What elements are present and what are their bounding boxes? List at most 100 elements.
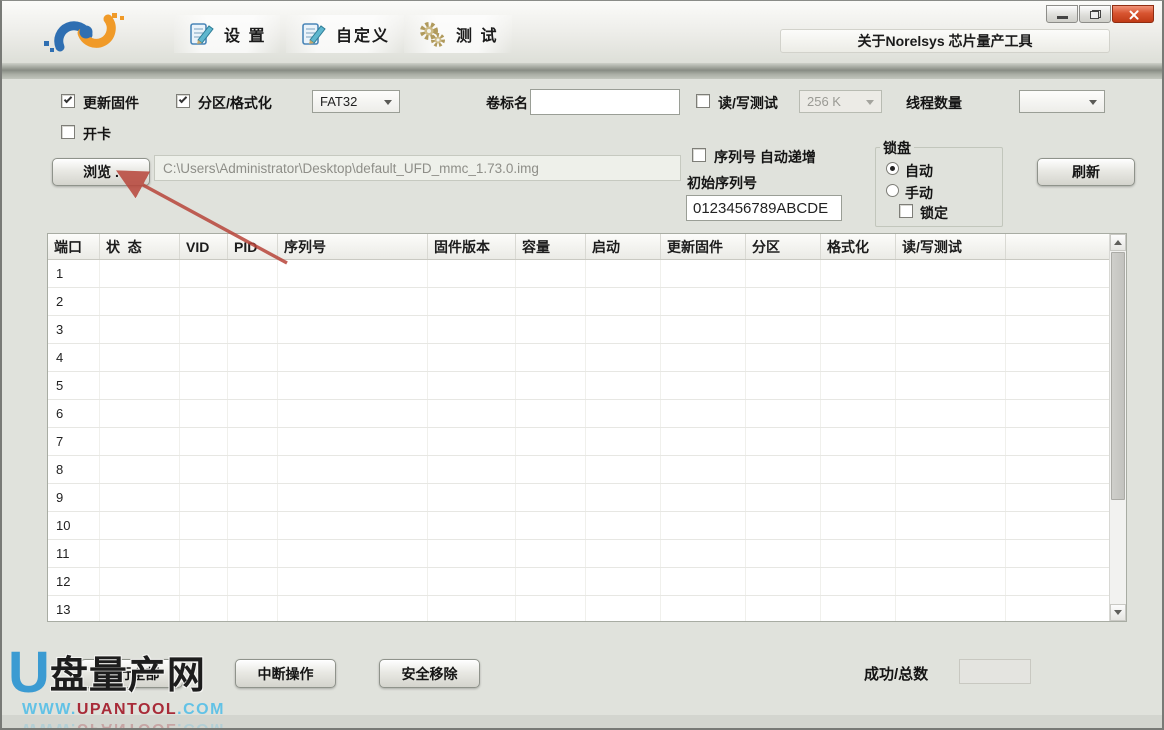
table-cell <box>278 260 428 287</box>
window-bottom-strip <box>2 715 1162 730</box>
filesystem-select-value: FAT32 <box>320 94 357 109</box>
table-row[interactable]: 1 <box>48 260 1109 288</box>
table-vertical-scrollbar[interactable] <box>1109 234 1126 621</box>
table-cell-filler <box>1006 540 1109 567</box>
column-header-12[interactable]: 读/写测试 <box>896 234 1006 259</box>
table-cell <box>586 484 661 511</box>
table-cell <box>428 596 516 621</box>
column-header-4[interactable]: PID <box>228 234 278 259</box>
table-row[interactable]: 13 <box>48 596 1109 621</box>
table-cell <box>821 596 896 621</box>
column-header-9[interactable]: 更新固件 <box>661 234 746 259</box>
window-controls <box>1045 5 1154 23</box>
refresh-button[interactable]: 刷新 <box>1037 158 1135 186</box>
table-row[interactable]: 4 <box>48 344 1109 372</box>
filesystem-select[interactable]: FAT32 <box>312 90 400 113</box>
lock-label: 锁定 <box>920 203 948 223</box>
table-row[interactable]: 11 <box>48 540 1109 568</box>
scrollbar-thumb[interactable] <box>1111 252 1125 500</box>
block-size-select-value: 256 K <box>807 94 841 109</box>
table-cell <box>228 484 278 511</box>
volume-label-input[interactable] <box>530 89 680 115</box>
check-icon <box>64 95 72 103</box>
rw-test-checkbox[interactable] <box>696 94 710 108</box>
column-header-3[interactable]: VID <box>180 234 228 259</box>
scroll-up-button[interactable] <box>1110 234 1126 251</box>
table-cell <box>586 456 661 483</box>
lock-checkbox[interactable] <box>899 204 913 218</box>
table-row[interactable]: 8 <box>48 456 1109 484</box>
table-cell-filler <box>1006 260 1109 287</box>
column-header-5[interactable]: 序列号 <box>278 234 428 259</box>
table-row[interactable]: 3 <box>48 316 1109 344</box>
column-header-6[interactable]: 固件版本 <box>428 234 516 259</box>
table-row[interactable]: 9 <box>48 484 1109 512</box>
partition-format-checkbox[interactable] <box>176 94 190 108</box>
port-cell: 12 <box>48 568 100 595</box>
table-cell <box>821 512 896 539</box>
table-row[interactable]: 10 <box>48 512 1109 540</box>
tab-customize[interactable]: 自定义 <box>286 15 404 53</box>
radio-dot-icon <box>890 166 895 171</box>
table-cell <box>586 428 661 455</box>
update-firmware-checkbox[interactable] <box>61 94 75 108</box>
table-row[interactable]: 7 <box>48 428 1109 456</box>
table-cell <box>428 288 516 315</box>
restore-button[interactable] <box>1079 5 1111 23</box>
open-card-checkbox[interactable] <box>61 125 75 139</box>
chevron-up-icon <box>1114 240 1122 245</box>
table-cell <box>821 260 896 287</box>
minimize-button[interactable] <box>1046 5 1078 23</box>
table-cell <box>896 512 1006 539</box>
table-cell <box>586 260 661 287</box>
lock-auto-radio[interactable] <box>886 162 899 175</box>
column-header-8[interactable]: 启动 <box>586 234 661 259</box>
table-cell-filler <box>1006 316 1109 343</box>
about-button[interactable]: 关于Norelsys 芯片量产工具 <box>780 29 1110 53</box>
block-size-select[interactable]: 256 K <box>799 90 882 113</box>
interrupt-button[interactable]: 中断操作 <box>235 659 336 688</box>
serial-auto-increment-checkbox[interactable] <box>692 148 706 162</box>
table-cell <box>180 428 228 455</box>
tab-test[interactable]: 测 试 <box>404 15 512 53</box>
table-cell <box>746 456 821 483</box>
table-cell <box>586 596 661 621</box>
close-button[interactable] <box>1112 5 1154 23</box>
table-cell-filler <box>1006 428 1109 455</box>
table-row[interactable]: 2 <box>48 288 1109 316</box>
table-cell <box>516 316 586 343</box>
column-header-7[interactable]: 容量 <box>516 234 586 259</box>
column-header-1[interactable]: 端口 <box>48 234 100 259</box>
column-header-10[interactable]: 分区 <box>746 234 821 259</box>
table-cell <box>228 456 278 483</box>
table-cell <box>228 344 278 371</box>
column-header-2[interactable]: 状 态 <box>100 234 180 259</box>
execute-all-button[interactable]: 执行全部 <box>80 659 183 688</box>
table-cell <box>661 568 746 595</box>
table-row[interactable]: 6 <box>48 400 1109 428</box>
table-row[interactable]: 5 <box>48 372 1109 400</box>
table-cell <box>896 596 1006 621</box>
initial-serial-input[interactable] <box>686 195 842 221</box>
table-cell <box>746 568 821 595</box>
table-cell <box>661 512 746 539</box>
scroll-down-button[interactable] <box>1110 604 1126 621</box>
lock-manual-radio[interactable] <box>886 184 899 197</box>
table-cell <box>180 540 228 567</box>
gears-icon <box>418 20 446 48</box>
tab-settings[interactable]: 设 置 <box>174 15 280 53</box>
table-cell <box>821 456 896 483</box>
safe-remove-button[interactable]: 安全移除 <box>379 659 480 688</box>
browse-button[interactable]: 浏览 . <box>52 158 150 186</box>
thread-count-select[interactable] <box>1019 90 1105 113</box>
tab-test-label: 测 试 <box>456 22 498 46</box>
table-cell <box>278 316 428 343</box>
table-cell <box>661 596 746 621</box>
table-cell <box>896 372 1006 399</box>
column-header-11[interactable]: 格式化 <box>821 234 896 259</box>
table-row[interactable]: 12 <box>48 568 1109 596</box>
firmware-path-field[interactable]: C:\Users\Administrator\Desktop\default_U… <box>154 155 681 181</box>
table-cell <box>228 568 278 595</box>
table-cell <box>516 344 586 371</box>
table-cell <box>228 540 278 567</box>
